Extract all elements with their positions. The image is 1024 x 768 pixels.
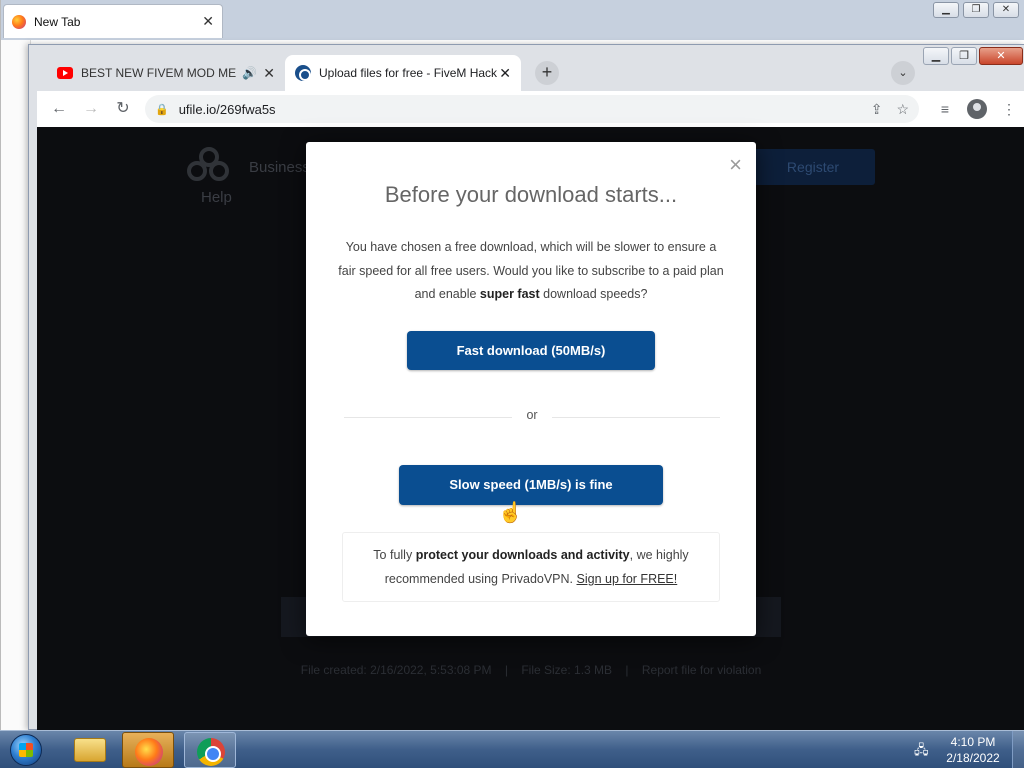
minimize-icon[interactable]: ▁	[933, 2, 959, 18]
file-info-footer: File created: 2/16/2022, 5:53:08 PM | Fi…	[37, 663, 1024, 677]
vpn-bold: protect your downloads and activity	[415, 548, 630, 562]
file-size: File Size: 1.3 MB	[521, 663, 613, 677]
file-created: File created: 2/16/2022, 5:53:08 PM	[300, 663, 492, 677]
download-modal: × Before your download starts... You hav…	[306, 142, 756, 636]
close-tab-icon[interactable]: ✕	[202, 13, 214, 30]
slow-download-button[interactable]: Slow speed (1MB/s) is fine	[399, 465, 663, 505]
vpn-promo: To fully protect your downloads and acti…	[342, 532, 720, 602]
clock-time[interactable]: 4:10 PM	[938, 735, 1008, 749]
clock-date[interactable]: 2/18/2022	[938, 751, 1008, 765]
firefox-icon	[12, 14, 26, 29]
desc-text: download speeds?	[539, 287, 648, 301]
firefox-tab-label: New Tab	[34, 14, 81, 29]
chrome-window-controls: ▁ ❐ ✕	[923, 47, 1023, 65]
close-icon[interactable]: ×	[729, 154, 742, 176]
network-icon[interactable]: 🖧	[914, 741, 929, 763]
fast-download-button[interactable]: Fast download (50MB/s)	[407, 331, 655, 370]
profile-icon[interactable]	[967, 99, 987, 119]
close-tab-icon[interactable]: ✕	[499, 65, 511, 82]
or-label: or	[526, 408, 538, 422]
menu-kebab-icon[interactable]: ⋮	[993, 93, 1024, 125]
nav-business[interactable]: Business	[249, 159, 310, 176]
hand-cursor-icon: ☝	[498, 502, 523, 524]
chrome-tabstrip: BEST NEW FIVEM MOD MENU 🔊 ✕ Upload files…	[29, 45, 1024, 91]
firefox-window-controls: ▁ ❐ ✕	[933, 2, 1019, 18]
tab-label: Upload files for free - FiveM Hack	[319, 66, 498, 80]
close-window-icon[interactable]: ✕	[993, 2, 1019, 18]
modal-title: Before your download starts...	[384, 182, 678, 207]
forward-arrow-icon[interactable]: →	[75, 93, 107, 125]
chrome-toolbar: ← → ↻ 🔒 ufile.io/269fwa5s ⇪ ☆ ≡ ⋮	[37, 91, 1024, 127]
taskbar-explorer[interactable]	[64, 732, 116, 768]
desc-bold: super fast	[479, 287, 540, 301]
start-button[interactable]	[4, 732, 48, 768]
tab-youtube[interactable]: BEST NEW FIVEM MOD MENU 🔊 ✕	[47, 55, 285, 91]
tab-search-chevron-icon[interactable]: ⌄	[891, 61, 915, 85]
firefox-icon	[135, 738, 163, 766]
windows-logo-icon	[10, 734, 42, 766]
firefox-sidebar	[1, 40, 31, 730]
or-divider: or	[344, 408, 720, 424]
separator: |	[625, 663, 629, 677]
report-link[interactable]: Report file for violation	[642, 663, 761, 677]
firefox-titlebar: New Tab ✕ ▁ ❐ ✕	[1, 0, 1024, 40]
vpn-signup-link[interactable]: Sign up for FREE!	[577, 572, 678, 586]
show-desktop-button[interactable]	[1012, 731, 1024, 768]
register-button[interactable]: Register	[751, 149, 875, 185]
tab-ufile[interactable]: Upload files for free - FiveM Hack ✕	[285, 55, 521, 91]
taskbar-firefox[interactable]	[122, 732, 174, 768]
taskbar: 🖧 4:10 PM 2/18/2022	[0, 730, 1024, 768]
folder-icon	[74, 738, 106, 762]
site-logo-icon	[187, 147, 233, 187]
new-tab-button[interactable]: +	[535, 61, 559, 85]
lock-icon[interactable]: 🔒	[155, 103, 169, 116]
modal-description: You have chosen a free download, which w…	[336, 236, 726, 307]
close-tab-icon[interactable]: ✕	[263, 65, 275, 82]
speaker-icon[interactable]: 🔊	[242, 66, 257, 80]
restore-icon[interactable]: ❐	[951, 47, 977, 65]
minimize-icon[interactable]: ▁	[923, 47, 949, 65]
url-text[interactable]: ufile.io/269fwa5s	[179, 102, 857, 117]
star-icon[interactable]: ☆	[896, 101, 909, 118]
separator: |	[504, 663, 508, 677]
restore-icon[interactable]: ❐	[963, 2, 989, 18]
share-icon[interactable]: ⇪	[871, 101, 883, 118]
taskbar-chrome[interactable]	[184, 732, 236, 768]
nav-help[interactable]: Help	[201, 189, 232, 206]
address-bar[interactable]: 🔒 ufile.io/269fwa5s ⇪ ☆	[145, 95, 919, 123]
tab-label: BEST NEW FIVEM MOD MENU	[81, 66, 237, 80]
back-arrow-icon[interactable]: ←	[43, 93, 75, 125]
chrome-icon	[197, 738, 225, 766]
firefox-tab-new-tab[interactable]: New Tab ✕	[3, 4, 223, 38]
ufile-icon	[295, 65, 311, 81]
reload-icon[interactable]: ↻	[107, 93, 139, 125]
youtube-icon	[57, 67, 73, 79]
close-window-icon[interactable]: ✕	[979, 47, 1023, 65]
vpn-text: To fully	[373, 548, 416, 562]
media-queue-icon[interactable]: ≡	[929, 93, 961, 125]
